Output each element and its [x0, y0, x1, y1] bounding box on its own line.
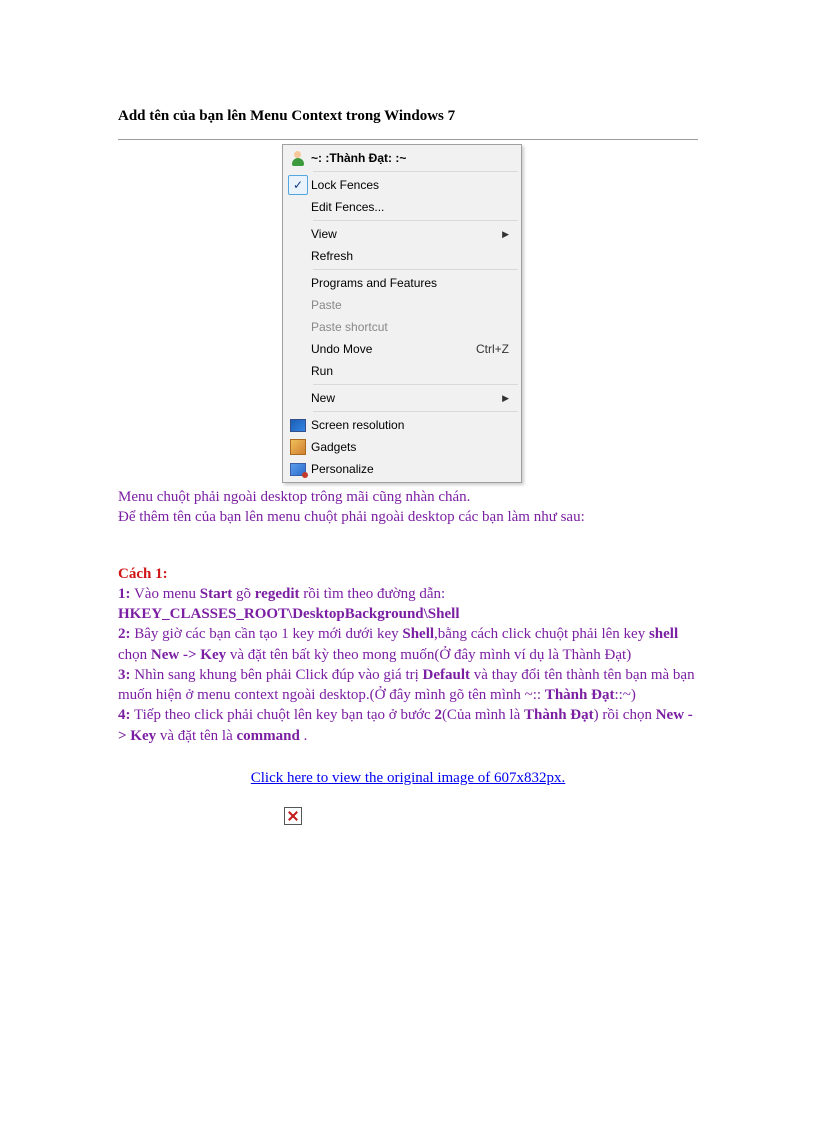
menu-item-programs[interactable]: Programs and Features — [285, 272, 519, 294]
menu-label: New — [311, 391, 502, 405]
menu-item-personalize[interactable]: Personalize — [285, 458, 519, 480]
step-1: 1: Vào menu Start gõ regedit rồi tìm the… — [118, 584, 698, 604]
menu-item-paste-shortcut: Paste shortcut — [285, 316, 519, 338]
menu-separator — [313, 411, 518, 412]
registry-path: HKEY_CLASSES_ROOT\DesktopBackground\Shel… — [118, 604, 698, 624]
menu-item-edit-fences[interactable]: Edit Fences... — [285, 196, 519, 218]
check-icon: ✓ — [285, 175, 311, 195]
menu-item-screen-resolution[interactable]: Screen resolution — [285, 414, 519, 436]
menu-item-paste: Paste — [285, 294, 519, 316]
menu-item-gadgets[interactable]: Gadgets — [285, 436, 519, 458]
menu-separator — [313, 220, 518, 221]
original-image-link[interactable]: Click here to view the original image of… — [251, 770, 566, 786]
menu-label: Paste shortcut — [311, 320, 509, 334]
intro-line-1: Menu chuột phải ngoài desktop trông mãi … — [118, 487, 698, 507]
menu-label: Paste — [311, 298, 509, 312]
page-title: Add tên của bạn lên Menu Context trong W… — [118, 108, 698, 125]
menu-separator — [313, 269, 518, 270]
personalize-icon — [285, 463, 311, 476]
gadgets-icon — [285, 439, 311, 455]
menu-item-run[interactable]: Run — [285, 360, 519, 382]
step-4: 4: Tiếp theo click phải chuột lên key bạ… — [118, 705, 698, 746]
menu-label: Personalize — [311, 462, 509, 476]
submenu-arrow-icon: ▶ — [502, 229, 509, 240]
submenu-arrow-icon: ▶ — [502, 393, 509, 404]
monitor-icon — [285, 419, 311, 432]
intro-line-2: Để thêm tên của bạn lên menu chuột phải … — [118, 507, 698, 527]
menu-label: Refresh — [311, 249, 509, 263]
menu-separator — [313, 384, 518, 385]
menu-item-lock-fences[interactable]: ✓ Lock Fences — [285, 174, 519, 196]
menu-label: View — [311, 227, 502, 241]
user-icon — [285, 150, 311, 166]
shortcut-text: Ctrl+Z — [476, 342, 509, 356]
menu-label: Lock Fences — [311, 178, 509, 192]
menu-item-user[interactable]: ~: :Thành Đạt: :~ — [285, 147, 519, 169]
menu-label: ~: :Thành Đạt: :~ — [311, 151, 509, 165]
menu-label: Gadgets — [311, 440, 509, 454]
menu-label: Run — [311, 364, 509, 378]
menu-item-view[interactable]: View ▶ — [285, 223, 519, 245]
step-2: 2: Bây giờ các bạn cần tạo 1 key mới dướ… — [118, 624, 698, 665]
menu-label: Undo Move — [311, 342, 476, 356]
menu-label: Screen resolution — [311, 418, 509, 432]
step-3: 3: Nhìn sang khung bên phải Click đúp và… — [118, 665, 698, 706]
menu-item-new[interactable]: New ▶ — [285, 387, 519, 409]
menu-label: Programs and Features — [311, 276, 509, 290]
menu-label: Edit Fences... — [311, 200, 509, 214]
broken-image-icon — [284, 807, 302, 825]
horizontal-rule — [118, 139, 698, 140]
menu-separator — [313, 171, 518, 172]
menu-item-undo[interactable]: Undo Move Ctrl+Z — [285, 338, 519, 360]
menu-item-refresh[interactable]: Refresh — [285, 245, 519, 267]
heading-cach-1: Cách 1: — [118, 564, 698, 584]
context-menu: ~: :Thành Đạt: :~ ✓ Lock Fences Edit Fen… — [282, 144, 522, 483]
